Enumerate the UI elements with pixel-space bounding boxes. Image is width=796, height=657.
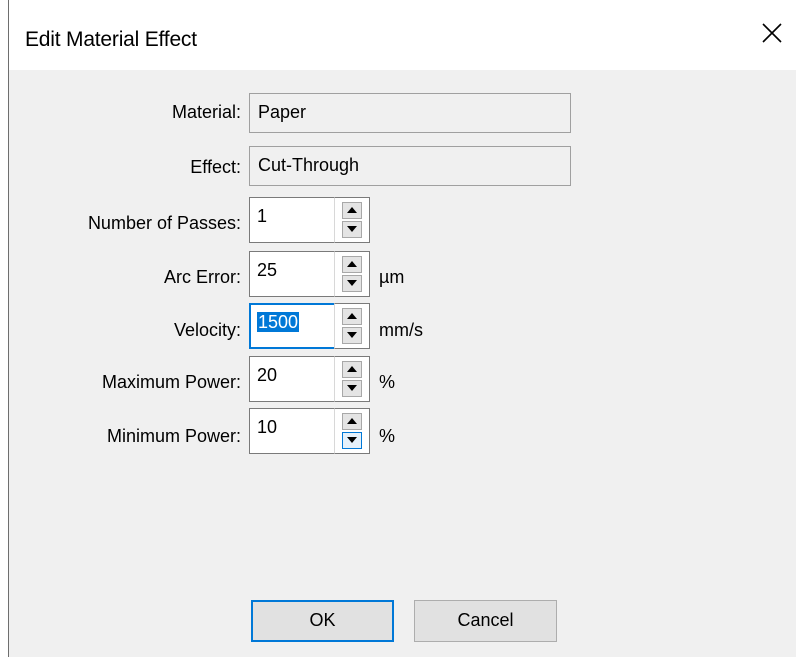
- arrow-up-icon: [347, 313, 357, 319]
- arrow-up-icon: [347, 366, 357, 372]
- arc-error-unit: µm: [379, 267, 405, 287]
- material-value: Paper: [258, 102, 307, 122]
- close-icon: [762, 23, 782, 43]
- passes-input[interactable]: 1: [249, 197, 335, 243]
- arrow-down-icon: [347, 332, 357, 338]
- max-power-decrement-button[interactable]: [342, 380, 362, 397]
- arc-error-label: Arc Error:: [163, 267, 241, 287]
- arc-error-decrement-button[interactable]: [342, 275, 362, 292]
- arc-error-value: 25: [257, 260, 278, 280]
- effect-field: Cut-Through: [249, 146, 571, 186]
- arrow-down-icon: [347, 385, 357, 391]
- min-power-decrement-button[interactable]: [342, 432, 362, 449]
- passes-decrement-button[interactable]: [342, 221, 362, 238]
- min-power-unit: %: [379, 426, 396, 446]
- passes-increment-button[interactable]: [342, 202, 362, 219]
- arrow-up-icon: [347, 207, 357, 213]
- max-power-input[interactable]: 20: [249, 356, 335, 402]
- close-button[interactable]: [748, 10, 796, 56]
- max-power-spinner: [334, 356, 370, 402]
- min-power-input[interactable]: 10: [249, 408, 335, 454]
- window-title: Edit Material Effect: [25, 28, 197, 51]
- title-bar: Edit Material Effect: [9, 0, 796, 70]
- max-power-value: 20: [257, 365, 278, 385]
- arrow-down-icon: [347, 437, 357, 443]
- min-power-label: Minimum Power:: [106, 426, 241, 446]
- velocity-unit: mm/s: [379, 320, 423, 340]
- arrow-down-icon: [347, 280, 357, 286]
- max-power-unit: %: [379, 372, 396, 392]
- arrow-up-icon: [347, 418, 357, 424]
- arrow-up-icon: [347, 261, 357, 267]
- velocity-input[interactable]: 1500: [249, 303, 335, 349]
- arrow-down-icon: [347, 226, 357, 232]
- max-power-increment-button[interactable]: [342, 361, 362, 378]
- material-label: Material:: [171, 102, 241, 122]
- velocity-spinner: [334, 303, 370, 349]
- passes-spinner: [334, 197, 370, 243]
- arc-error-spinner: [334, 251, 370, 297]
- ok-button[interactable]: OK: [251, 600, 394, 642]
- velocity-value: 1500: [257, 312, 300, 332]
- velocity-decrement-button[interactable]: [342, 327, 362, 344]
- effect-value: Cut-Through: [258, 155, 360, 175]
- edit-material-effect-dialog: Edit Material Effect Material: Paper Eff…: [8, 0, 796, 657]
- min-power-value: 10: [257, 417, 278, 437]
- velocity-increment-button[interactable]: [342, 308, 362, 325]
- cancel-button[interactable]: Cancel: [414, 600, 557, 642]
- arc-error-input[interactable]: 25: [249, 251, 335, 297]
- max-power-label: Maximum Power:: [101, 372, 241, 392]
- effect-label: Effect:: [190, 157, 241, 177]
- material-field: Paper: [249, 93, 571, 133]
- min-power-increment-button[interactable]: [342, 413, 362, 430]
- velocity-label: Velocity:: [173, 320, 241, 340]
- passes-value: 1: [257, 206, 268, 226]
- min-power-spinner: [334, 408, 370, 454]
- arc-error-increment-button[interactable]: [342, 256, 362, 273]
- passes-label: Number of Passes:: [87, 213, 241, 233]
